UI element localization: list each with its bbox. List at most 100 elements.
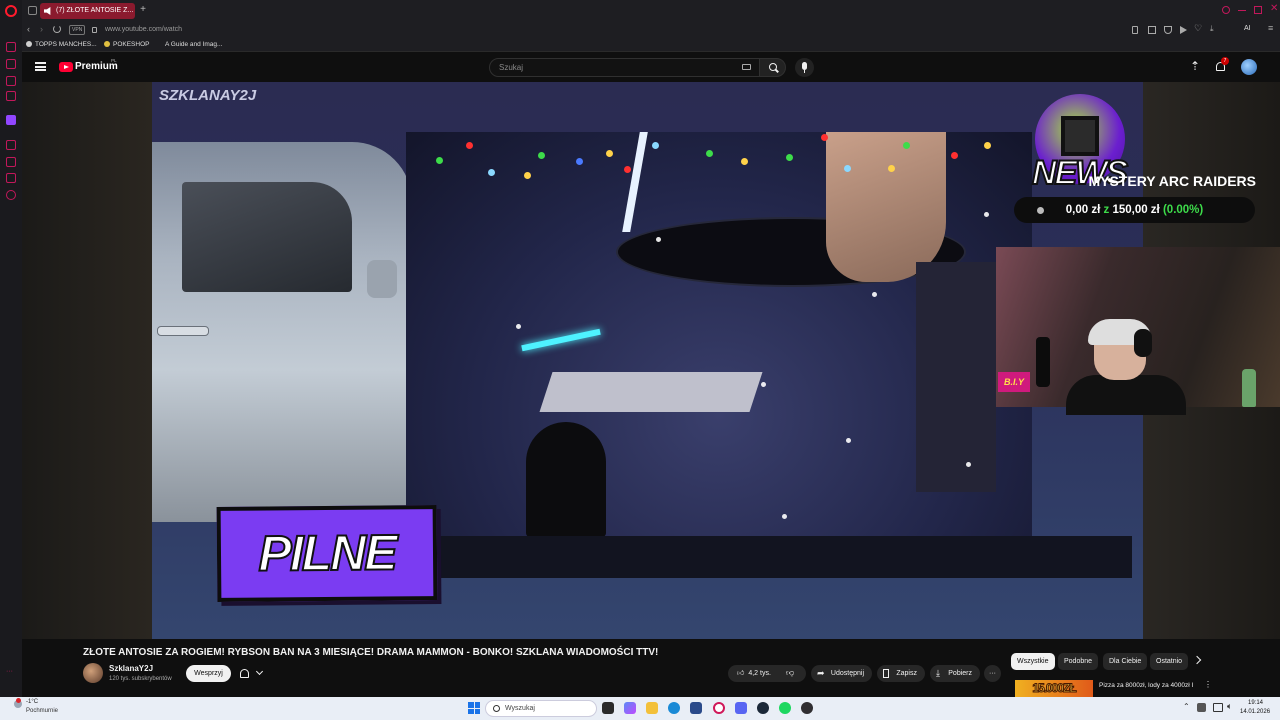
bookmark-item[interactable]: TOPPS MANCHES... (26, 38, 97, 51)
menu-icon[interactable]: ≡ (1268, 23, 1273, 33)
maximize-button[interactable] (1254, 6, 1262, 14)
url-field[interactable]: www.youtube.com/watch (105, 22, 182, 38)
chip-related[interactable]: Podobne (1058, 653, 1099, 670)
file-explorer-icon[interactable] (646, 702, 658, 714)
tab-youtube[interactable]: (7) ZŁOTE ANTOSIE Z... (40, 3, 135, 19)
chip-recent[interactable]: Ostatnio (1150, 653, 1188, 670)
clock-date[interactable]: 14.01.2026 (1240, 709, 1270, 715)
play-icon[interactable] (1180, 26, 1187, 34)
sidebar-player-icon[interactable] (6, 91, 16, 101)
microphone (526, 422, 606, 537)
youtube-header: Premium PL Szukaj ⇡ 7 (22, 52, 1280, 82)
video-blur-left (22, 82, 152, 639)
bookmark-icon (883, 669, 889, 678)
sidebar-clock-icon[interactable] (6, 157, 16, 167)
light (888, 165, 895, 172)
shield-icon[interactable] (1164, 26, 1172, 34)
minimize-button[interactable] (1238, 10, 1246, 11)
support-button[interactable]: Wesprzyj (186, 665, 231, 682)
sidebar-twitch-icon[interactable] (6, 115, 16, 125)
voice-search-button[interactable] (795, 58, 814, 77)
taskbar-search-input[interactable]: Wyszukaj (485, 700, 597, 717)
neon-light (521, 328, 601, 352)
obs-icon[interactable] (801, 702, 813, 714)
spotify-icon[interactable] (779, 702, 791, 714)
sidebar-whatsapp-icon[interactable] (6, 59, 16, 69)
heart-icon[interactable]: ♡ (1194, 23, 1202, 34)
aria-ai-button[interactable]: AI (1244, 25, 1251, 32)
clock-time[interactable]: 19:14 (1248, 700, 1263, 706)
avatar[interactable] (1241, 59, 1257, 75)
more-actions-button[interactable]: ··· (984, 665, 1001, 682)
extensions-icons: ♡ ⤓ (1132, 23, 1232, 35)
bookmarks-bar: TOPPS MANCHES... POKESHOP A Guide and Im… (22, 38, 1280, 52)
snowflake (656, 237, 661, 242)
discord-icon[interactable] (735, 702, 747, 714)
bookmark-item[interactable]: POKESHOP (104, 38, 149, 51)
video-player[interactable]: SZKLANAY2J PILNE NEWS MYSTERY ARC RAIDER… (22, 82, 1280, 639)
upload-icon[interactable]: ⇡ (1190, 59, 1200, 73)
search-input[interactable]: Szukaj (489, 58, 777, 77)
sidebar-more-icon[interactable]: ··· (6, 668, 16, 678)
bookmark-item[interactable]: A Guide and Imag... (165, 38, 222, 51)
subscription-bell-button[interactable] (234, 665, 270, 682)
vpn-badge[interactable]: VPN (69, 25, 86, 35)
share-button[interactable]: ➦ Udostępnij (811, 665, 872, 682)
download-icon[interactable]: ⤓ (1210, 24, 1214, 34)
urgent-banner: PILNE (216, 505, 438, 602)
chip-all[interactable]: Wszystkie (1011, 653, 1055, 670)
opera-icon[interactable] (713, 702, 725, 714)
sidebar-messenger-icon[interactable] (6, 42, 16, 52)
snowflake (846, 438, 851, 443)
speaker-icon (44, 7, 51, 15)
globe-icon (26, 41, 32, 47)
dislike-icon[interactable]: 👎︎ (786, 668, 794, 678)
channel-watermark: SZKLANAY2J (159, 87, 257, 104)
opera-sidebar: ··· (0, 0, 22, 700)
light (984, 142, 991, 149)
chevron-right-icon[interactable] (1192, 655, 1202, 665)
reload-icon[interactable] (53, 25, 61, 33)
steam-icon[interactable] (757, 702, 769, 714)
bell-icon (240, 669, 249, 678)
sidebar-history-icon[interactable] (6, 140, 16, 150)
network-icon[interactable] (1213, 703, 1223, 712)
notifications-button[interactable]: 7 (1214, 57, 1229, 74)
like-button[interactable]: 👍︎ 4,2 tys. (728, 665, 806, 682)
close-window-button[interactable]: ✕ (1270, 3, 1278, 14)
search-button[interactable] (759, 58, 786, 77)
download-button[interactable]: ⤓ Pobierz (930, 665, 980, 682)
workspaces-icon[interactable] (28, 6, 37, 15)
back-icon[interactable]: ‹ (27, 24, 30, 34)
sidebar-settings-icon[interactable] (6, 190, 16, 200)
volume-icon[interactable]: 🔈︎ (1227, 701, 1232, 712)
search-tabs-icon[interactable] (1222, 6, 1230, 14)
tray-chevron-icon[interactable]: ⌃ (1183, 702, 1190, 711)
recommended-title[interactable]: Pizza za 8000zł, lody za 4000zł I inne w… (1099, 682, 1194, 698)
sidebar-send-icon[interactable] (6, 173, 16, 183)
channel-avatar[interactable] (83, 663, 103, 683)
edge-icon[interactable] (668, 702, 680, 714)
light (821, 134, 828, 141)
keyboard-icon[interactable] (742, 64, 751, 70)
channel-name[interactable]: SzklanaY2J (109, 664, 153, 673)
light (786, 154, 793, 161)
widgets-icon[interactable] (624, 702, 636, 714)
light (951, 152, 958, 159)
forward-icon[interactable]: › (40, 24, 43, 34)
snapshot-icon[interactable] (1148, 26, 1156, 34)
start-button[interactable] (468, 702, 480, 714)
chip-for-you[interactable]: Dla Ciebie (1103, 653, 1148, 670)
hamburger-menu-icon[interactable] (35, 62, 46, 71)
opera-logo-icon[interactable] (5, 5, 17, 17)
recommended-thumbnail[interactable]: 15.000ZŁ (1015, 680, 1093, 697)
task-view-icon[interactable] (602, 702, 614, 714)
pin-icon[interactable] (1132, 26, 1138, 34)
recommended-menu-icon[interactable]: ⋮ (1204, 680, 1212, 689)
new-tab-button[interactable]: + (137, 4, 149, 16)
sidebar-instagram-icon[interactable] (6, 76, 16, 86)
tray-app-icon[interactable] (1197, 703, 1206, 712)
save-button[interactable]: Zapisz (877, 665, 925, 682)
chevron-down-icon (255, 667, 264, 676)
store-icon[interactable] (690, 702, 702, 714)
